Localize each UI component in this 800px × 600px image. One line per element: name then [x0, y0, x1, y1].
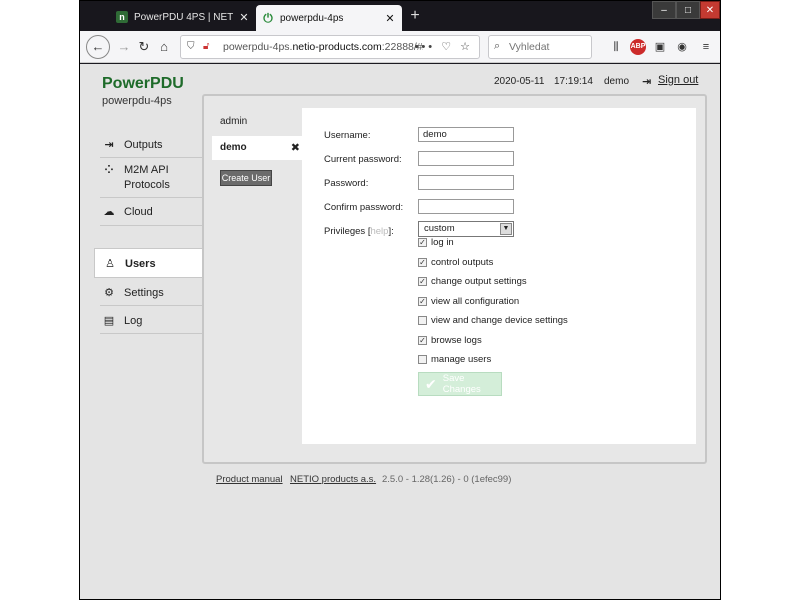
privileges-label: Privileges [help]:	[324, 226, 394, 237]
user-form: Username: demo Current password: Passwor…	[302, 108, 696, 444]
privilege-view-all-configuration[interactable]: ✓ view all configuration	[418, 294, 519, 308]
delete-user-icon[interactable]: ✖	[291, 136, 300, 160]
checkbox[interactable]: ✓	[418, 335, 427, 345]
m2m-icon: ⁘	[104, 164, 114, 176]
minimize-icon[interactable]: –	[652, 1, 676, 19]
username-input[interactable]: demo	[418, 127, 514, 142]
adblock-icon[interactable]: ABP	[630, 39, 646, 55]
search-icon: ⌕	[494, 40, 501, 52]
confirm-password-input[interactable]	[418, 199, 514, 214]
browser-window: n PowerPDU 4PS | NETIO products ✕ ⏻ powe…	[79, 0, 721, 600]
netio-products-link[interactable]: NETIO products a.s.	[290, 474, 376, 485]
page-content: PowerPDU powerpdu-4ps 2020-05-11 17:19:1…	[80, 64, 720, 599]
create-user-button[interactable]: Create User	[220, 170, 272, 186]
search-input[interactable]	[509, 39, 589, 55]
sign-out-icon: ⇥	[642, 75, 652, 88]
netio-icon: n	[116, 11, 128, 23]
users-panel: admin demo ✖ Create User Username: demo …	[202, 94, 707, 464]
close-tab-icon[interactable]: ✕	[238, 11, 250, 24]
tab-label: powerpdu-4ps	[280, 12, 344, 24]
close-tab-icon[interactable]: ✕	[384, 12, 396, 25]
menu-item-log[interactable]: ▤ Log	[100, 306, 202, 334]
back-icon[interactable]: ←	[86, 35, 110, 59]
checkbox[interactable]	[418, 315, 427, 325]
sidebar-icon[interactable]: ▣	[652, 39, 668, 55]
user-tab-demo[interactable]: demo ✖	[212, 136, 308, 160]
tab-strip: n PowerPDU 4PS | NETIO products ✕ ⏻ powe…	[80, 1, 720, 31]
confirm-password-label: Confirm password:	[324, 202, 404, 213]
header-user: demo	[604, 76, 630, 87]
privilege-log-in[interactable]: ✓ log in	[418, 235, 454, 249]
privilege-change-output-settings[interactable]: ✓ change output settings	[418, 274, 527, 288]
page-actions-icon[interactable]: ••• ♡ ☆	[415, 40, 473, 53]
password-label: Password:	[324, 178, 369, 189]
menu-item-cloud[interactable]: ☁ Cloud	[100, 198, 202, 226]
checkbox[interactable]: ✓	[418, 296, 427, 306]
save-changes-button[interactable]: ✔ Save Changes	[418, 372, 502, 396]
user-icon: ♙	[105, 258, 115, 270]
search-box[interactable]: ⌕	[488, 35, 592, 59]
menu-item-users[interactable]: ♙ Users	[94, 248, 204, 278]
shield-icon[interactable]: ⛉	[187, 41, 195, 52]
checkbox[interactable]: ✓	[418, 237, 427, 247]
home-icon[interactable]: ⌂	[154, 38, 174, 56]
insecure-lock-icon[interactable]: 🔓︎	[203, 41, 209, 52]
navigation-bar: ← → ↻ ⌂ ⛉ 🔓︎ powerpdu-4ps.netio-products…	[80, 31, 720, 63]
tab-powerpdu[interactable]: ⏻ powerpdu-4ps ✕	[256, 5, 402, 31]
header-date: 2020-05-11	[494, 76, 545, 87]
privilege-device-settings[interactable]: view and change device settings	[418, 313, 568, 327]
username-label: Username:	[324, 130, 371, 141]
url-text[interactable]: powerpdu-4ps.netio-products.com:22888/#/…	[223, 41, 423, 53]
url-bar[interactable]: ⛉ 🔓︎ powerpdu-4ps.netio-products.com:228…	[180, 35, 480, 59]
gear-icon: ⚙	[104, 287, 114, 299]
menu-item-outputs[interactable]: ⇥ Outputs	[100, 132, 202, 158]
privilege-browse-logs[interactable]: ✓ browse logs	[418, 333, 482, 347]
chevron-down-icon[interactable]: ▼	[500, 223, 512, 235]
reload-icon[interactable]: ↻	[134, 38, 154, 56]
firmware-version: 2.5.0 - 1.28(1.26) - 0 (1efec99)	[382, 474, 512, 485]
power-icon: ⏻	[263, 10, 273, 25]
checkbox[interactable]	[418, 354, 427, 364]
menu-item-settings[interactable]: ⚙ Settings	[100, 278, 202, 306]
hamburger-menu-icon[interactable]: ≡	[698, 39, 714, 55]
outputs-icon: ⇥	[104, 139, 114, 151]
privilege-manage-users[interactable]: manage users	[418, 352, 491, 366]
new-tab-button[interactable]: +	[406, 7, 424, 25]
forward-icon[interactable]: →	[114, 38, 134, 56]
user-tab-admin[interactable]: admin	[212, 110, 308, 134]
cloud-icon: ☁	[103, 206, 115, 218]
current-password-input[interactable]	[418, 151, 514, 166]
maximize-icon[interactable]: □	[676, 1, 700, 19]
extension-icon[interactable]: ◉	[674, 39, 690, 55]
privilege-control-outputs[interactable]: ✓ control outputs	[418, 255, 493, 269]
sign-out-link[interactable]: ⇥ Sign out	[642, 74, 698, 88]
menu-item-m2m[interactable]: ⁘ M2M API Protocols	[100, 158, 202, 198]
privileges-help-link[interactable]: help	[370, 226, 388, 237]
brand-logo: PowerPDU	[102, 75, 184, 92]
current-password-label: Current password:	[324, 154, 402, 165]
device-name: powerpdu-4ps	[102, 95, 172, 107]
library-icon[interactable]: ⫼	[608, 39, 624, 55]
checkbox[interactable]: ✓	[418, 276, 427, 286]
checkbox[interactable]: ✓	[418, 257, 427, 267]
header-time: 17:19:14	[554, 76, 593, 87]
tab-label: PowerPDU 4PS | NETIO products	[134, 11, 234, 23]
check-icon: ✔	[425, 375, 437, 392]
password-input[interactable]	[418, 175, 514, 190]
window-close-icon[interactable]: ✕	[700, 1, 720, 19]
log-icon: ▤	[103, 315, 115, 327]
tab-netio[interactable]: n PowerPDU 4PS | NETIO products ✕	[110, 6, 256, 28]
product-manual-link[interactable]: Product manual	[216, 474, 283, 485]
